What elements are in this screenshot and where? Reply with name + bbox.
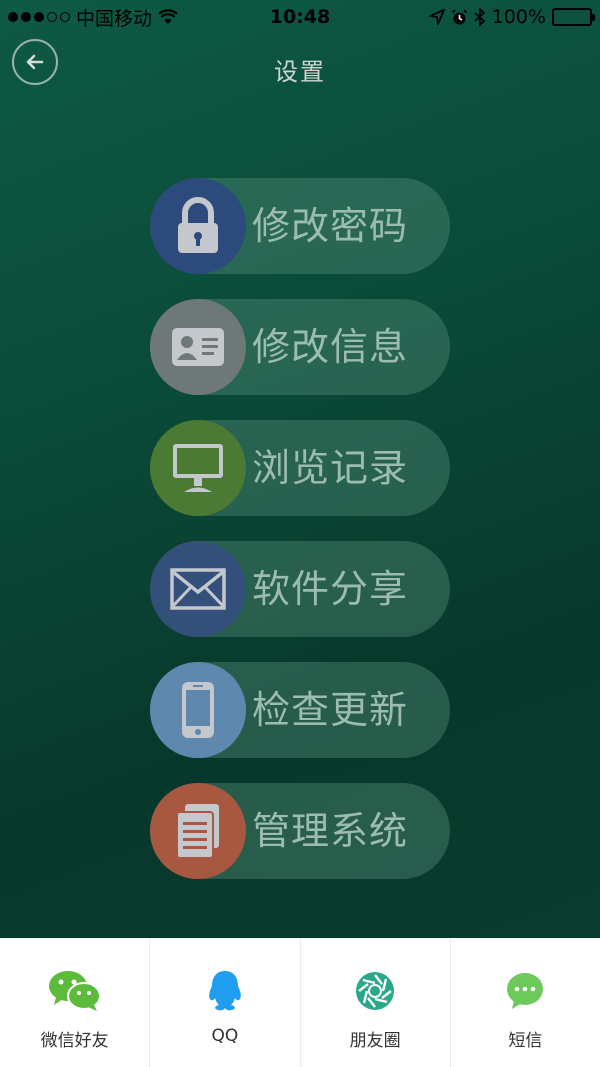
battery-icon bbox=[552, 8, 595, 26]
share-icon-wrap bbox=[355, 968, 395, 1014]
documents-icon bbox=[176, 804, 219, 859]
phone-icon bbox=[182, 682, 214, 738]
lock-icon bbox=[178, 197, 218, 253]
page-title: 设置 bbox=[274, 58, 326, 86]
wechat-icon bbox=[48, 971, 101, 1011]
share-label: 微信好友 bbox=[40, 1031, 109, 1051]
bluetooth-icon bbox=[474, 8, 485, 26]
menu-item-browse-history[interactable]: 浏览记录 bbox=[150, 420, 450, 516]
status-left: 中国移动 bbox=[8, 4, 178, 31]
share-icon-wrap bbox=[48, 968, 102, 1014]
menu-icon-badge bbox=[150, 299, 246, 395]
share-label: QQ bbox=[211, 1026, 239, 1046]
share-label: 朋友圈 bbox=[349, 1031, 401, 1051]
share-sms-button[interactable]: 短信 bbox=[451, 938, 600, 1067]
menu-label: 修改密码 bbox=[252, 204, 409, 248]
menu-label: 管理系统 bbox=[252, 809, 409, 853]
menu-icon-badge bbox=[150, 420, 246, 516]
share-label: 短信 bbox=[508, 1031, 543, 1051]
menu-label: 浏览记录 bbox=[252, 446, 409, 490]
qq-icon bbox=[209, 971, 241, 1011]
status-bar: 中国移动 10:48 100% bbox=[0, 0, 600, 34]
menu-icon-badge bbox=[150, 783, 246, 879]
menu-label: 检查更新 bbox=[252, 688, 409, 732]
location-arrow-icon bbox=[428, 9, 445, 25]
share-bar: 微信好友 QQ 朋友圈 短信 bbox=[0, 938, 600, 1067]
status-right: 100% bbox=[428, 6, 595, 28]
menu-item-share-app[interactable]: 软件分享 bbox=[150, 541, 450, 637]
moments-icon bbox=[356, 972, 395, 1010]
envelope-icon bbox=[170, 568, 226, 610]
signal-icon bbox=[8, 12, 70, 22]
menu-label: 修改信息 bbox=[252, 325, 409, 369]
share-icon-wrap bbox=[205, 968, 245, 1014]
menu-item-change-password[interactable]: 修改密码 bbox=[150, 178, 450, 274]
menu-icon-badge bbox=[150, 662, 246, 758]
monitor-icon bbox=[173, 444, 223, 492]
wifi-icon bbox=[158, 9, 178, 24]
menu-icon-badge bbox=[150, 178, 246, 274]
battery-percent: 100% bbox=[491, 6, 546, 28]
share-moments-button[interactable]: 朋友圈 bbox=[301, 938, 451, 1067]
share-icon-wrap bbox=[505, 968, 545, 1014]
id-card-icon bbox=[172, 328, 224, 366]
share-wechat-button[interactable]: 微信好友 bbox=[0, 938, 151, 1067]
menu-item-admin-system[interactable]: 管理系统 bbox=[150, 783, 450, 879]
alarm-icon bbox=[451, 9, 467, 24]
carrier-label: 中国移动 bbox=[76, 7, 153, 30]
sms-icon bbox=[507, 973, 544, 1009]
menu-icon-badge bbox=[150, 541, 246, 637]
share-qq-button[interactable]: QQ bbox=[150, 938, 301, 1067]
menu-label: 软件分享 bbox=[252, 567, 409, 611]
menu-item-check-update[interactable]: 检查更新 bbox=[150, 662, 450, 758]
menu-item-edit-info[interactable]: 修改信息 bbox=[150, 299, 450, 395]
